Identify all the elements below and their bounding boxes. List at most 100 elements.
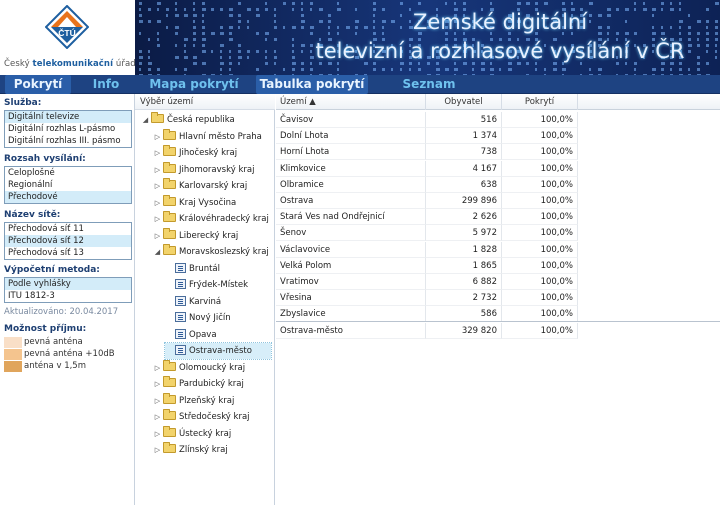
sit-list[interactable]: Přechodová síť 11 Přechodová síť 12 Přec… [4,222,132,260]
expand-icon[interactable]: ▷ [153,409,162,425]
folder-icon [163,178,176,189]
table-row[interactable]: Velká Polom 1 865 100,0% [276,257,578,274]
expand-icon[interactable]: ▷ [153,129,162,145]
collapse-icon[interactable]: ◢ [153,244,162,260]
cell-obyvatel: 516 [426,112,502,128]
tree-node[interactable]: ▷ Kraj Vysočina [153,194,236,211]
metoda-list[interactable]: Podle vyhlášky ITU 1812-3 [4,277,132,303]
tree-node[interactable]: ◢ Česká republika [141,112,235,128]
table-row[interactable]: Václavovice 1 828 100,0% [276,241,578,258]
tree-node-label: Ostrava-město [189,346,252,356]
tree-node-district[interactable]: Bruntál [165,261,220,277]
tree-node[interactable]: ▷ Zlínský kraj [153,442,228,458]
rozsah-item[interactable]: Celoplošné [5,167,131,179]
tab-info[interactable]: Info [82,75,130,94]
metoda-item[interactable]: ITU 1812-3 [5,290,131,302]
svg-text:ČTÚ: ČTÚ [58,27,75,38]
table-row[interactable]: Čavisov 516 100,0% [276,112,578,128]
sluzba-item[interactable]: Digitální televize [5,111,131,123]
expand-icon[interactable]: ▷ [153,376,162,392]
sit-item[interactable]: Přechodová síť 12 [5,235,131,247]
tree-node-label: Olomoucký kraj [179,362,246,373]
expand-icon[interactable]: ▷ [153,211,162,227]
tree-node[interactable]: ▷ Jihočeský kraj [153,145,237,161]
tree-node-district[interactable]: Ostrava-město [164,342,272,360]
tree-node[interactable]: ▷ Olomoucký kraj [153,359,246,376]
expand-icon[interactable]: ▷ [153,145,162,161]
tree-node[interactable]: ▷ Ústecký kraj [153,425,231,442]
sit-item[interactable]: Přechodová síť 13 [5,247,131,259]
expand-icon[interactable]: ▷ [153,360,162,376]
tree-node[interactable]: ◢ Moravskoslezský kraj [153,244,269,260]
column-header-obyvatel[interactable]: Obyvatel [426,94,502,110]
tree-node-district[interactable]: Frýdek-Místek [165,277,248,293]
legend-label: anténa v 1,5m [24,361,86,371]
expand-icon[interactable]: ▷ [153,442,162,458]
folder-icon [163,442,176,453]
collapse-icon[interactable]: ◢ [141,112,150,128]
expand-icon[interactable]: ▷ [153,393,162,409]
cell-pokryti: 100,0% [502,144,578,161]
tree-header: Výběr území [135,94,275,110]
rozsah-item[interactable]: Regionální [5,179,131,191]
tree-node-label: Jihočeský kraj [179,148,238,158]
sluzba-item[interactable]: Digitální rozhlas III. pásmo [5,135,131,147]
folder-icon [163,425,176,437]
table-row[interactable]: Klimkovice 4 167 100,0% [276,160,578,177]
expand-icon[interactable]: ▷ [153,178,162,194]
expand-icon[interactable]: ▷ [153,426,162,442]
sit-item[interactable]: Přechodová síť 11 [5,223,131,235]
table-row[interactable]: Horní Lhota 738 100,0% [276,144,578,161]
ctu-logo-icon: ČTÚ [45,5,89,49]
tab-mapa-pokryti[interactable]: Mapa pokrytí [148,75,240,94]
cell-pokryti: 100,0% [502,274,578,290]
column-header-uzemi[interactable]: Území ▲ [276,94,426,110]
table-row[interactable]: Zbyslavice 586 100,0% [276,306,578,323]
cell-uzemi: Čavisov [276,112,426,128]
tree-node[interactable]: ▷ Jihomoravský kraj [153,161,254,178]
folder-icon [163,145,176,156]
sluzba-list[interactable]: Digitální televize Digitální rozhlas L-p… [4,110,132,148]
table-row[interactable]: Vratimov 6 882 100,0% [276,274,578,290]
tree-node-district[interactable]: Nový Jičín [165,310,231,326]
rozsah-list[interactable]: Celoplošné Regionální Přechodové [4,166,132,204]
expand-icon[interactable]: ▷ [153,228,162,244]
table-row[interactable]: Ostrava 299 896 100,0% [276,193,578,209]
column-header-pokryti[interactable]: Pokrytí [502,94,578,110]
legend-item: pevná anténa +10dB [4,349,132,360]
cell-obyvatel: 5 972 [426,225,502,242]
tree-node-label: Královéhradecký kraj [179,214,269,224]
tree-node[interactable]: ▷ Karlovarský kraj [153,178,247,194]
tree-node-district[interactable]: Opava [165,327,217,343]
table-row[interactable]: Stará Ves nad Ondřejnicí 2 626 100,0% [276,209,578,226]
cell-uzemi: Vřesina [276,290,426,307]
tree-node-label: Pardubický kraj [179,379,244,389]
cell-obyvatel: 638 [426,176,502,193]
table-total-row-cells[interactable]: Ostrava-město 329 820 100,0% [276,323,578,339]
table-row[interactable]: Dolní Lhota 1 374 100,0% [276,128,578,145]
legend-item: pevná anténa [4,337,132,348]
table-row[interactable]: Olbramice 638 100,0% [276,176,578,193]
table-row[interactable]: Vřesina 2 732 100,0% [276,290,578,307]
metoda-item[interactable]: Podle vyhlášky [5,278,131,290]
tree-node[interactable]: ▷ Hlavní město Praha [153,128,262,145]
expand-icon[interactable]: ▷ [153,162,162,178]
tab-pokryti[interactable]: Pokrytí [5,75,71,94]
rozsah-item[interactable]: Přechodové [5,191,131,203]
tree-node[interactable]: ▷ Pardubický kraj [153,376,244,392]
tab-tabulka-pokryti[interactable]: Tabulka pokrytí [256,75,368,94]
table-row[interactable]: Šenov 5 972 100,0% [276,225,578,242]
cell-uzemi: Klimkovice [276,160,426,177]
sluzba-label: Služba: [4,98,42,108]
tree-node[interactable]: ▷ Liberecký kraj [153,227,239,244]
tree-node[interactable]: ▷ Královéhradecký kraj [153,211,269,227]
tree-node-district[interactable]: Karviná [165,294,221,310]
tree-node[interactable]: ▷ Středočeský kraj [153,409,250,425]
expand-icon[interactable]: ▷ [153,195,162,211]
tree-node[interactable]: ▷ Plzeňský kraj [153,392,234,409]
sluzba-item[interactable]: Digitální rozhlas L-pásmo [5,123,131,135]
tab-seznam-vysilacu[interactable]: Seznam vysílačů [374,75,484,110]
tree-node-label: Moravskoslezský kraj [179,247,269,257]
tree-node-label: Liberecký kraj [179,230,239,241]
tree-node-label: Středočeský kraj [179,412,250,422]
